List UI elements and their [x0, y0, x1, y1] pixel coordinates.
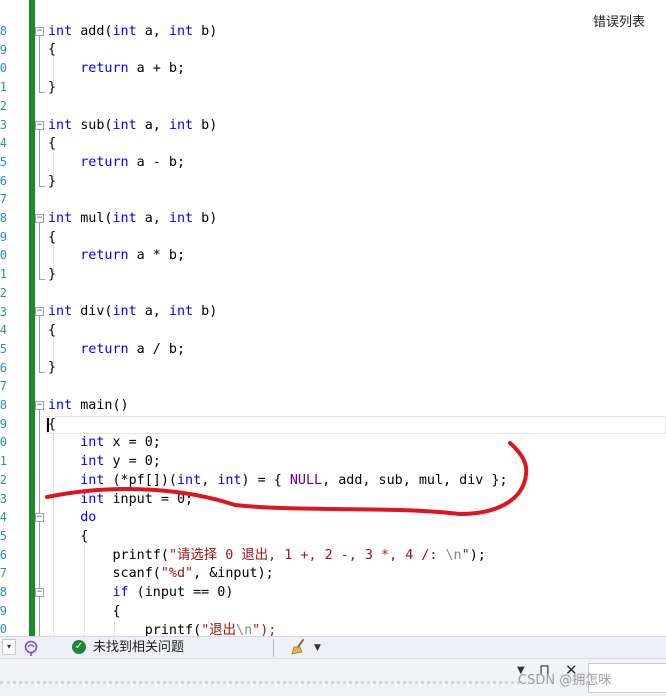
zoom-dropdown[interactable]: ▾ — [2, 639, 16, 655]
issues-status-text[interactable]: 未找到相关问题 — [93, 639, 184, 657]
red-annotation-stroke — [45, 441, 529, 516]
watermark: CSDN @拥怎咪 — [518, 673, 612, 688]
divider — [273, 639, 274, 657]
error-list-label[interactable]: 错误列表 — [593, 11, 645, 30]
cleanup-dropdown-caret[interactable]: ▼ — [314, 639, 321, 657]
editor-status-bar: ▾ ✓ 未找到相关问题 ▼ — [0, 636, 666, 658]
check-icon: ✓ — [72, 640, 86, 654]
grip-dots — [0, 681, 520, 684]
code-cleanup-brush-icon[interactable] — [290, 638, 310, 656]
code-health-icon[interactable] — [22, 639, 40, 657]
